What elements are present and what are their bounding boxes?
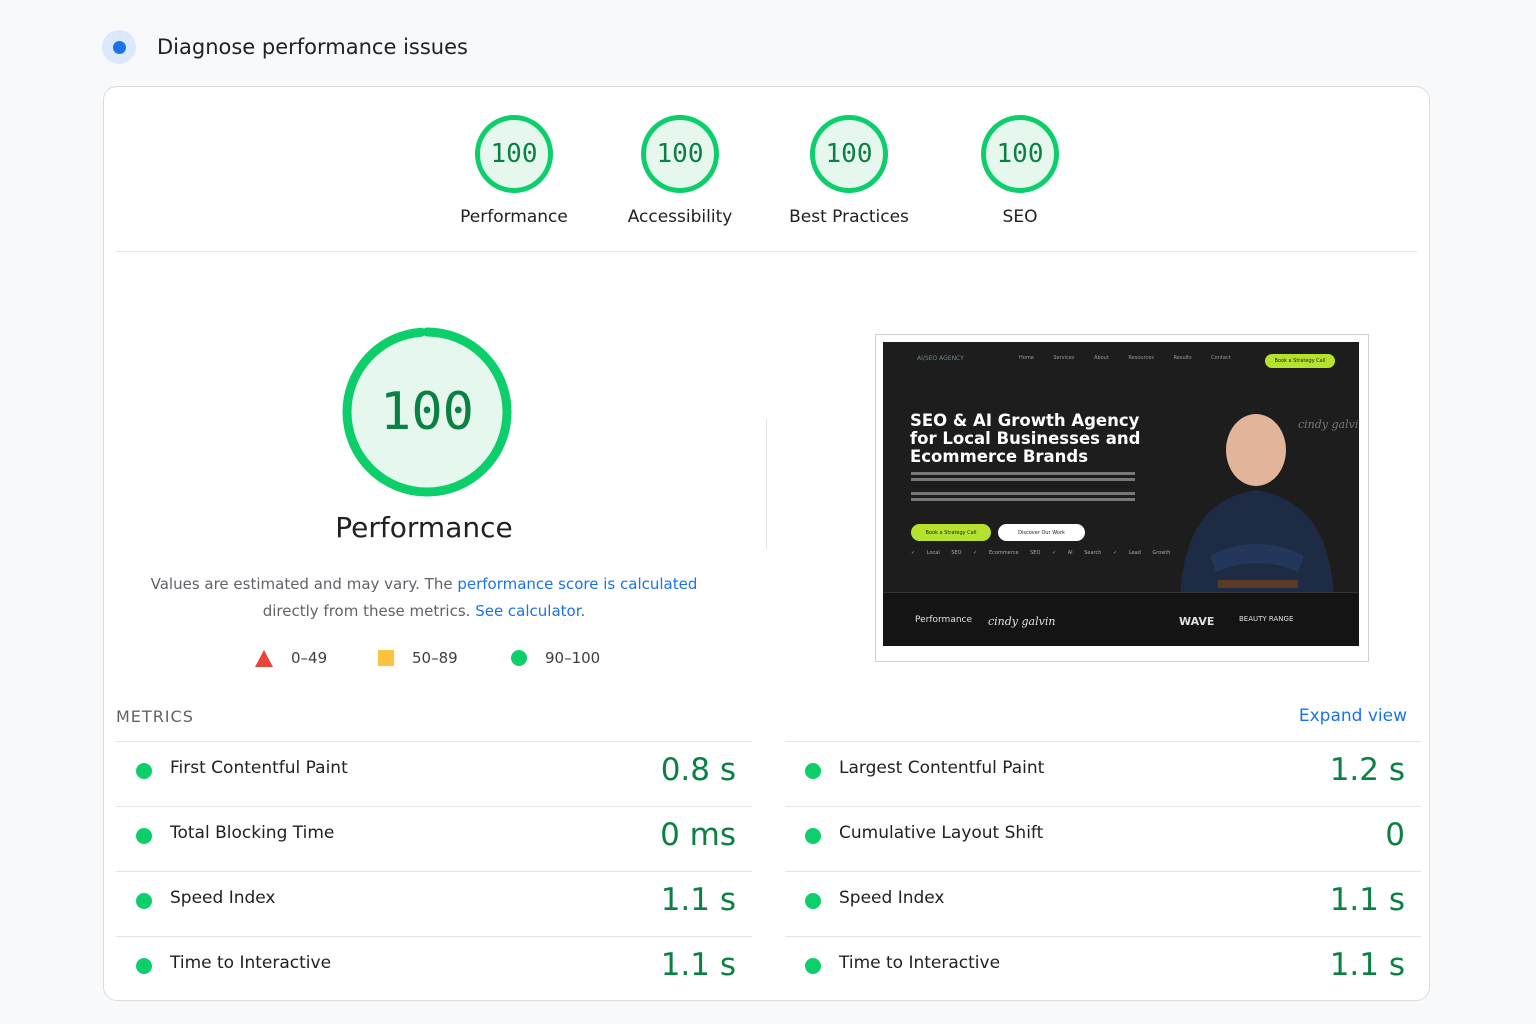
- metric-value: 1.1 s: [1329, 947, 1405, 983]
- gauge-ring: 100: [981, 115, 1059, 193]
- metric-row[interactable]: Cumulative Layout Shift 0: [785, 806, 1421, 871]
- client-logo: BEAUTY RANGE: [1239, 615, 1294, 623]
- gauge-ring: 100: [475, 115, 553, 193]
- metric-value: 1.1 s: [660, 882, 736, 918]
- gauge-accessibility[interactable]: 100 Accessibility: [610, 115, 750, 227]
- pass-circle-icon: [805, 958, 821, 974]
- desc-text: Values are estimated and may vary. The: [150, 575, 458, 593]
- metric-value: 0.8 s: [660, 752, 736, 788]
- metric-name: Cumulative Layout Shift: [839, 823, 1044, 843]
- gauge-performance[interactable]: 100 Performance: [444, 115, 584, 227]
- screenshot-nav-links: Home Services About Resources Results Co…: [1019, 355, 1231, 361]
- metric-row[interactable]: Speed Index 1.1 s: [785, 871, 1421, 936]
- metric-row[interactable]: Largest Contentful Paint 1.2 s: [785, 741, 1421, 806]
- performance-label: Performance: [335, 511, 513, 544]
- pass-circle-icon: [136, 828, 152, 844]
- client-logo: WAVE: [1179, 615, 1215, 628]
- metric-value: 1.1 s: [660, 947, 736, 983]
- gauge-score: 100: [490, 139, 538, 169]
- legend-fail: 0–49: [255, 649, 327, 667]
- metric-value: 1.1 s: [1329, 882, 1405, 918]
- see-calculator-link[interactable]: See calculator.: [475, 602, 585, 620]
- gauge-score: 100: [996, 139, 1044, 169]
- metric-row[interactable]: First Contentful Paint 0.8 s: [116, 741, 752, 806]
- pass-circle-icon: [136, 763, 152, 779]
- performance-gauge: 100: [340, 325, 514, 499]
- section-title: Diagnose performance issues: [157, 35, 468, 59]
- headline-line: Ecommerce Brands: [910, 447, 1089, 466]
- gauge-label: Performance: [460, 207, 568, 227]
- metric-name: Largest Contentful Paint: [839, 758, 1045, 778]
- screenshot-headline: SEO & AI Growth Agency for Local Busines…: [910, 412, 1160, 466]
- section-header: Diagnose performance issues: [102, 30, 468, 64]
- divider: [116, 251, 1417, 252]
- gauge-label: Accessibility: [627, 207, 733, 227]
- gauge-label: Best Practices: [789, 207, 909, 227]
- metric-name: Time to Interactive: [839, 953, 1001, 973]
- client-logo: Performance: [915, 615, 973, 625]
- client-logo: cindy galvin: [988, 615, 1056, 628]
- headline-line: for Local Businesses and: [910, 429, 1141, 448]
- gauge-best-practices[interactable]: 100 Best Practices: [779, 115, 919, 227]
- circle-icon: [511, 650, 527, 666]
- expand-view-link[interactable]: Expand view: [1299, 706, 1407, 726]
- headline-line: SEO & AI Growth Agency: [910, 411, 1140, 430]
- gauge-ring: 100: [641, 115, 719, 193]
- screenshot-paragraph: [911, 472, 1135, 475]
- metric-value: 1.2 s: [1329, 752, 1405, 788]
- score-calculated-link[interactable]: performance score is calculated: [457, 575, 697, 593]
- metric-row[interactable]: Total Blocking Time 0 ms: [116, 806, 752, 871]
- screenshot-primary-button: Book a Strategy Call: [911, 524, 991, 541]
- metric-name: First Contentful Paint: [170, 758, 348, 778]
- metric-name: Speed Index: [170, 888, 276, 908]
- metrics-heading: METRICS: [116, 707, 194, 726]
- pass-circle-icon: [805, 828, 821, 844]
- metric-name: Time to Interactive: [170, 953, 332, 973]
- triangle-icon: [255, 649, 273, 667]
- screenshot-nav: AI/SEO AGENCY Home Services About Resour…: [883, 342, 1359, 378]
- desc-text: directly from these metrics.: [262, 602, 476, 620]
- metric-row[interactable]: Time to Interactive 1.1 s: [785, 936, 1421, 1001]
- metrics-left-column: First Contentful Paint 0.8 s Total Block…: [116, 741, 752, 1001]
- metric-value: 0: [1385, 817, 1405, 853]
- metric-value: 0 ms: [660, 817, 736, 853]
- person-photo: cindy galvin: [1180, 414, 1358, 596]
- pass-circle-icon: [136, 893, 152, 909]
- metric-name: Total Blocking Time: [170, 823, 335, 843]
- screenshot-nav-cta: Book a Strategy Call: [1265, 354, 1335, 368]
- screenshot-logo: AI/SEO AGENCY: [917, 355, 964, 362]
- svg-text:cindy galvin: cindy galvin: [1298, 418, 1358, 431]
- performance-description: Values are estimated and may vary. The p…: [144, 571, 704, 625]
- pass-circle-icon: [805, 893, 821, 909]
- metric-row[interactable]: Time to Interactive 1.1 s: [116, 936, 752, 1001]
- metric-row[interactable]: Speed Index 1.1 s: [116, 871, 752, 936]
- screenshot-client-logos: Performance cindy galvin WAVE BEAUTY RAN…: [883, 592, 1359, 646]
- pass-circle-icon: [805, 763, 821, 779]
- gauge-score: 100: [656, 139, 704, 169]
- legend-label: 50–89: [412, 649, 458, 667]
- legend-pass: 90–100: [511, 649, 600, 667]
- screenshot-canvas: AI/SEO AGENCY Home Services About Resour…: [883, 342, 1359, 646]
- gauge-label: SEO: [1002, 207, 1038, 227]
- pass-circle-icon: [136, 958, 152, 974]
- legend-average: 50–89: [378, 649, 458, 667]
- metrics-right-column: Largest Contentful Paint 1.2 s Cumulativ…: [785, 741, 1421, 1001]
- gauge-seo[interactable]: 100 SEO: [950, 115, 1090, 227]
- page-screenshot[interactable]: AI/SEO AGENCY Home Services About Resour…: [875, 334, 1369, 662]
- divider: [766, 419, 767, 549]
- lighthouse-report: Diagnose performance issues 100 Performa…: [0, 0, 1536, 1024]
- metric-name: Speed Index: [839, 888, 945, 908]
- category-gauges: 100 Performance 100 Accessibility 100 Be…: [104, 115, 1429, 255]
- legend-label: 0–49: [291, 649, 328, 667]
- performance-score: 100: [380, 382, 474, 442]
- legend-label: 90–100: [545, 649, 601, 667]
- report-card: 100 Performance 100 Accessibility 100 Be…: [103, 86, 1430, 1001]
- radio-dot-icon: [102, 30, 136, 64]
- screenshot-secondary-button: Discover Our Work: [998, 524, 1085, 541]
- square-icon: [378, 650, 394, 666]
- gauge-ring: 100: [810, 115, 888, 193]
- gauge-score: 100: [825, 139, 873, 169]
- screenshot-checklist: ✓ Local SEO ✓ Ecommerce SEO ✓ AI Search …: [911, 550, 1171, 556]
